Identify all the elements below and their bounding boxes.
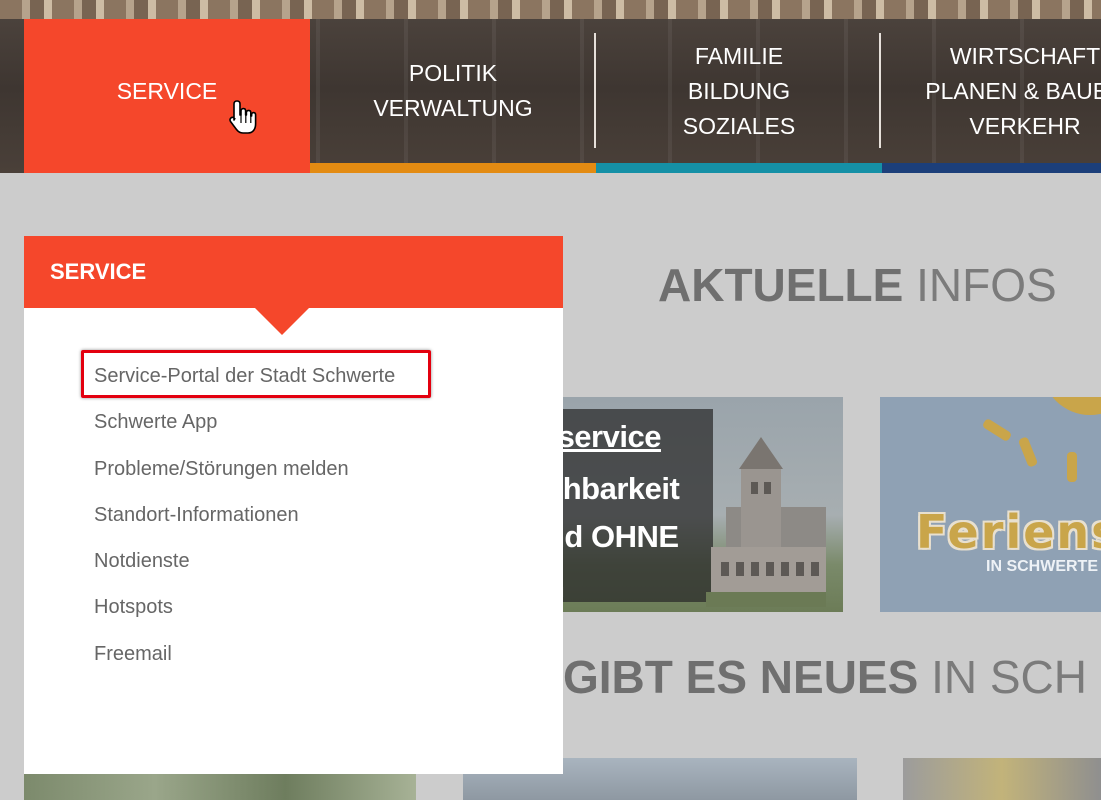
section-heading-neues: GIBT ES NEUES IN SCH: [563, 650, 1087, 704]
nav-item-label: SERVICE: [116, 77, 218, 104]
news-image[interactable]: [903, 758, 1101, 800]
news-card-ferienspass[interactable]: Feriens IN SCHWERTE: [880, 397, 1101, 612]
nav-item-label: FAMILIE BILDUNG SOZIALES: [682, 42, 796, 139]
heading-light: INFOS: [916, 259, 1057, 311]
service-dropdown-menu: SERVICE Service-Portal der Stadt Schwert…: [24, 236, 563, 774]
dropdown-title: SERVICE: [24, 236, 563, 308]
nav-item-service[interactable]: SERVICE: [24, 19, 310, 163]
nav-accent-service: [24, 163, 310, 173]
dropdown-pointer: [255, 308, 309, 335]
menu-item-standort-informationen[interactable]: Standort-Informationen: [94, 499, 395, 545]
nav-item-familie-bildung-soziales[interactable]: FAMILIE BILDUNG SOZIALES: [596, 19, 882, 163]
sun-ray: [981, 417, 1013, 443]
menu-item-freemail[interactable]: Freemail: [94, 638, 395, 684]
town-hall-image: [706, 437, 826, 607]
hand-cursor-icon: [229, 100, 257, 134]
nav-item-politik-verwaltung[interactable]: POLITIK VERWALTUNG: [310, 19, 596, 163]
sun-ray: [1067, 452, 1077, 482]
card-text-line: chbarkeit: [546, 471, 680, 506]
highlight-box: [81, 350, 431, 398]
sun-ray: [1017, 436, 1039, 468]
menu-item-hotspots[interactable]: Hotspots: [94, 591, 395, 637]
news-card-buergerservice[interactable]: rservice chbarkeit nd OHNE n: [546, 397, 843, 612]
card-subtext: IN SCHWERTE: [986, 558, 1098, 575]
menu-item-notdienste[interactable]: Notdienste: [94, 545, 395, 591]
heading-bold: AKTUELLE: [658, 259, 904, 311]
heading-light: IN SCH: [931, 651, 1087, 703]
nav-accent-politik: [310, 163, 596, 173]
heading-bold: GIBT ES NEUES: [563, 651, 919, 703]
sun-icon: [1052, 397, 1101, 415]
card-brand-text: Feriens: [916, 505, 1101, 559]
header-background-image: [0, 0, 1101, 19]
nav-item-label: POLITIK VERWALTUNG: [373, 60, 533, 121]
menu-item-schwerte-app[interactable]: Schwerte App: [94, 406, 395, 452]
main-navigation: SERVICE POLITIK VERWALTUNG FAMILIE BILDU…: [0, 19, 1101, 173]
menu-item-probleme-melden[interactable]: Probleme/Störungen melden: [94, 453, 395, 499]
card-text-line: nd OHNE: [546, 519, 679, 554]
card-text-line: rservice: [546, 419, 661, 454]
nav-item-label: WIRTSCHAFT PLANEN & BAUEN VERKEHR: [925, 42, 1101, 139]
nav-accent-wirtschaft: [882, 163, 1101, 173]
nav-item-wirtschaft-planen-verkehr[interactable]: WIRTSCHAFT PLANEN & BAUEN VERKEHR: [882, 19, 1101, 163]
nav-divider: [879, 33, 881, 148]
section-heading-aktuelle-infos: AKTUELLE INFOS: [658, 258, 1057, 312]
dropdown-item-list: Service-Portal der Stadt Schwerte Schwer…: [94, 360, 395, 684]
nav-accent-familie: [596, 163, 882, 173]
